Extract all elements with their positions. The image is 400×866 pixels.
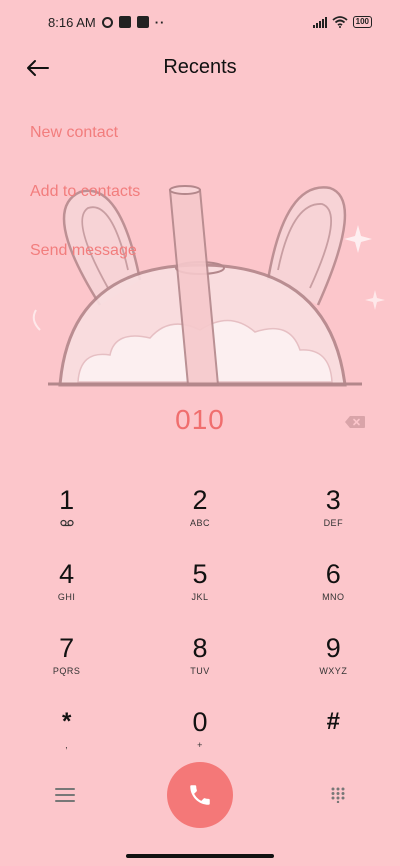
backspace-icon[interactable] xyxy=(344,415,366,429)
key-letters: JKL xyxy=(191,592,209,602)
key-digit: 7 xyxy=(59,633,75,663)
status-time: 8:16 AM xyxy=(48,14,96,30)
send-message-link[interactable]: Send message xyxy=(30,242,137,260)
key-7[interactable]: 7 PQRS xyxy=(0,626,133,700)
more-notifications-dots: ·· xyxy=(154,14,166,30)
bottom-bar xyxy=(0,762,400,832)
key-digit: 3 xyxy=(325,485,341,515)
dialpad-icon[interactable] xyxy=(330,787,346,803)
home-indicator[interactable] xyxy=(126,854,274,858)
page-title: Recents xyxy=(163,56,237,78)
dialed-number: 010 xyxy=(175,404,225,435)
key-digit: # xyxy=(326,708,340,735)
key-digit: 5 xyxy=(192,559,208,589)
battery-icon: 100 xyxy=(352,16,372,28)
keypad-row: 1 2 ABC 3 DEF xyxy=(0,478,400,552)
key-3[interactable]: 3 DEF xyxy=(267,478,400,552)
key-6[interactable]: 6 MNO xyxy=(267,552,400,626)
key-digit: * xyxy=(61,708,72,735)
phone-icon xyxy=(190,785,210,805)
key-letters: + xyxy=(197,740,203,750)
keypad-row: 7 PQRS 8 TUV 9 WXYZ xyxy=(0,626,400,700)
wifi-icon xyxy=(332,16,348,28)
dial-keypad: 1 2 ABC 3 DEF 4 GHI 5 JKL 6 MNO 7 PQRS 8… xyxy=(0,478,400,774)
key-5[interactable]: 5 JKL xyxy=(133,552,266,626)
key-digit: 9 xyxy=(325,633,341,663)
keypad-row: 4 GHI 5 JKL 6 MNO xyxy=(0,552,400,626)
upload-icon xyxy=(136,16,149,28)
voicemail-icon xyxy=(60,519,74,527)
key-1[interactable]: 1 xyxy=(0,478,133,552)
key-digit: 4 xyxy=(59,559,75,589)
key-letters: DEF xyxy=(323,518,344,528)
status-left: 8:16 AM ·· xyxy=(48,15,165,30)
menu-icon[interactable] xyxy=(55,788,75,804)
key-letters: PQRS xyxy=(52,666,81,676)
key-digit: 0 xyxy=(192,707,208,737)
status-bar: 8:16 AM ·· 100 xyxy=(0,0,400,44)
key-digit: 6 xyxy=(325,559,341,589)
new-contact-link[interactable]: New contact xyxy=(30,124,118,142)
key-digit: 8 xyxy=(192,633,208,663)
key-letters: WXYZ xyxy=(319,666,348,676)
key-9[interactable]: 9 WXYZ xyxy=(267,626,400,700)
key-letters: , xyxy=(65,740,69,750)
key-2[interactable]: 2 ABC xyxy=(133,478,266,552)
status-right: 100 xyxy=(312,16,372,28)
key-digit: 1 xyxy=(59,485,75,515)
key-letters: GHI xyxy=(57,592,76,602)
bunny-cup-illustration xyxy=(32,185,385,387)
key-letters: MNO xyxy=(322,592,345,602)
key-4[interactable]: 4 GHI xyxy=(0,552,133,626)
key-digit: 2 xyxy=(192,485,208,515)
square-app-icon xyxy=(118,16,131,28)
add-to-contacts-link[interactable]: Add to contacts xyxy=(30,183,140,201)
key-8[interactable]: 8 TUV xyxy=(133,626,266,700)
header: Recents xyxy=(0,50,400,86)
key-letters: TUV xyxy=(190,666,210,676)
signal-icon xyxy=(312,16,327,28)
key-letters: ABC xyxy=(189,518,210,528)
pinwheel-icon xyxy=(101,16,113,28)
call-button[interactable] xyxy=(167,762,233,828)
